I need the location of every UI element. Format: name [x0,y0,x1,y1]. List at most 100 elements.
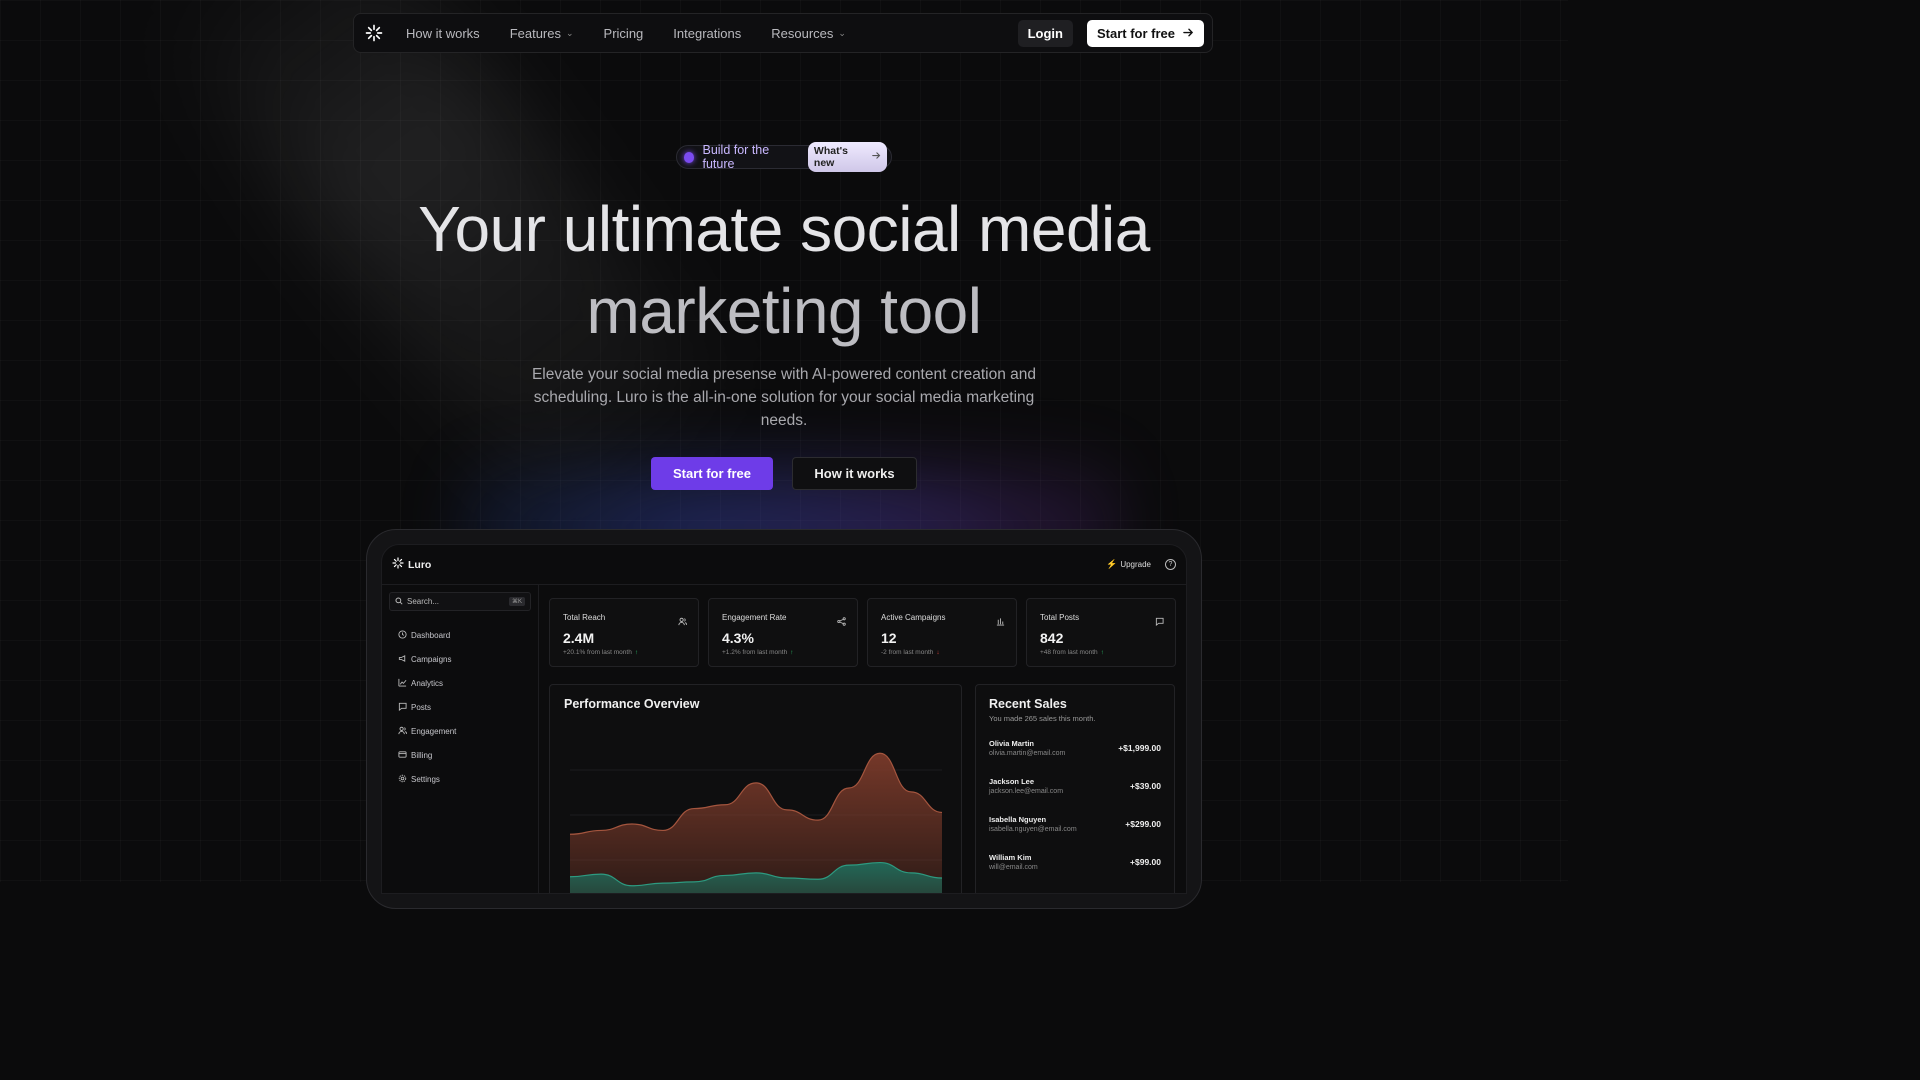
stat-title: Engagement Rate [722,613,787,622]
logo-icon[interactable] [364,23,384,43]
stat-change: +20.1% from last month ↑ [563,649,639,656]
stat-value: 842 [1040,630,1064,646]
stat-title: Total Posts [1040,613,1080,622]
sidebar-item-label: Posts [411,702,432,712]
stat-card: Active Campaigns 12 -2 from last month ↓ [867,598,1017,667]
dashboard-screen: Luro ⚡ Upgrade ? Search... ⌘K Dashboard C… [381,544,1187,894]
sidebar-item-label: Campaigns [411,654,452,664]
chevron-down-icon: ⌄ [838,27,846,38]
app-main: Total Reach 2.4M +20.1% from last month ↑ En… [539,585,1186,893]
help-icon[interactable]: ? [1165,559,1176,570]
sidebar-item-settings[interactable]: Settings [389,767,531,791]
sidebar-item-label: Analytics [411,678,444,688]
stat-card: Total Posts 842 +48 from last month ↑ [1026,598,1176,667]
logo-icon [392,557,404,572]
stat-value: 4.3% [722,630,754,646]
line-chart-icon [398,678,407,689]
nav-integrations[interactable]: Integrations [673,26,741,41]
sale-name: William Kim [989,853,1032,862]
chevron-down-icon: ⌄ [566,27,574,38]
bar-chart-icon [996,613,1005,626]
arrow-up-icon: ↑ [1100,649,1104,656]
message-square-icon [1155,613,1164,627]
pill-text: Build for the future [702,143,770,171]
stat-value: 12 [881,630,897,646]
sale-amount: +$1,999.00 [1118,743,1161,753]
stat-value: 2.4M [563,630,595,646]
sale-email: isabella.nguyen@email.com [989,826,1077,833]
stat-change: +1.2% from last month ↑ [722,649,794,656]
sidebar-item-label: Dashboard [411,630,451,640]
dashboard-preview-frame: Luro ⚡ Upgrade ? Search... ⌘K Dashboard C… [366,529,1202,909]
hero-subtext: Elevate your social media presense with … [531,366,1037,429]
clock-icon [398,629,407,641]
stat-change: -2 from last month ↓ [881,649,940,656]
search-icon [395,596,403,607]
hero-headline: Your ultimate social media marketing too… [418,193,1150,347]
share-icon [837,613,846,626]
search-input[interactable]: Search... ⌘K [389,592,531,611]
stat-title: Active Campaigns [881,613,946,622]
nav-resources[interactable]: Resources ⌄ [771,26,846,41]
stat-card: Total Reach 2.4M +20.1% from last month ↑ [549,598,699,667]
recent-sales-subtitle: You made 265 sales this month. [989,714,1096,723]
sidebar-item-analytics[interactable]: Analytics [389,671,531,695]
top-nav: How it works Features ⌄ Pricing Integrati… [353,13,1213,53]
sidebar-item-label: Settings [411,774,440,784]
arrow-right-icon [872,151,881,163]
stat-change: +48 from last month ↑ [1040,649,1104,656]
hero-start-for-free-button[interactable]: Start for free [651,457,773,490]
lightning-icon: ⚡ [1106,559,1118,569]
stat-title: Total Reach [563,613,606,622]
arrow-up-icon: ↑ [634,649,639,656]
app-sidebar: Search... ⌘K Dashboard Campaigns Analytics… [382,585,539,893]
sale-amount: +$39.00 [1130,781,1161,791]
message-square-icon [398,702,407,713]
sale-name: Jackson Lee [989,777,1035,786]
login-button[interactable]: Login [1017,19,1073,47]
dot-icon [684,151,695,163]
recent-sales-title: Recent Sales [989,697,1067,711]
sidebar-item-engagement[interactable]: Engagement [389,719,531,743]
whats-new-badge[interactable]: What's new [807,142,887,172]
sale-row[interactable]: Isabella Nguyen isabella.nguyen@email.com… [989,812,1161,836]
shortcut-badge: ⌘K [508,597,525,606]
sale-email: will@email.com [989,864,1038,871]
app-brand[interactable]: Luro [392,557,431,572]
sidebar-item-label: Billing [411,750,433,760]
announcement-pill[interactable]: Build for the future What's new [676,142,892,172]
recent-sales-card: Recent Sales You made 265 sales this mon… [975,684,1175,893]
sidebar-item-dashboard[interactable]: Dashboard [389,623,531,647]
arrow-right-icon [1183,26,1194,41]
performance-chart [569,752,943,893]
upgrade-button[interactable]: ⚡ Upgrade [1106,559,1151,570]
sidebar-item-posts[interactable]: Posts [389,695,531,719]
nav-features[interactable]: Features ⌄ [510,26,574,41]
users-icon [398,726,407,737]
arrow-down-icon: ↓ [936,649,940,656]
credit-card-icon [398,750,407,761]
sidebar-item-label: Engagement [411,726,457,736]
sale-row[interactable]: William Kim will@email.com +$99.00 [989,850,1161,874]
users-icon [678,613,687,626]
sidebar-item-billing[interactable]: Billing [389,743,531,767]
app-header: Luro ⚡ Upgrade ? [382,545,1186,585]
sale-email: jackson.lee@email.com [989,788,1064,795]
sale-amount: +$99.00 [1130,857,1161,867]
sale-row[interactable]: Jackson Lee jackson.lee@email.com +$39.00 [989,774,1161,798]
gear-icon [398,774,407,785]
start-for-free-button[interactable]: Start for free [1086,19,1204,47]
nav-how-it-works[interactable]: How it works [406,26,480,41]
sale-row[interactable]: Olivia Martin olivia.martin@email.com +$1,… [989,736,1161,760]
sale-email: olivia.martin@email.com [989,750,1066,757]
sidebar-item-campaigns[interactable]: Campaigns [389,647,531,671]
sale-amount: +$299.00 [1125,819,1161,829]
nav-pricing[interactable]: Pricing [604,26,644,41]
sale-name: Isabella Nguyen [989,815,1047,824]
performance-overview-card: Performance Overview [549,684,962,893]
stat-card: Engagement Rate 4.3% +1.2% from last month… [708,598,858,667]
megaphone-icon [398,654,407,665]
hero-how-it-works-button[interactable]: How it works [792,457,917,490]
sale-name: Olivia Martin [989,739,1035,748]
arrow-up-icon: ↑ [790,649,794,656]
